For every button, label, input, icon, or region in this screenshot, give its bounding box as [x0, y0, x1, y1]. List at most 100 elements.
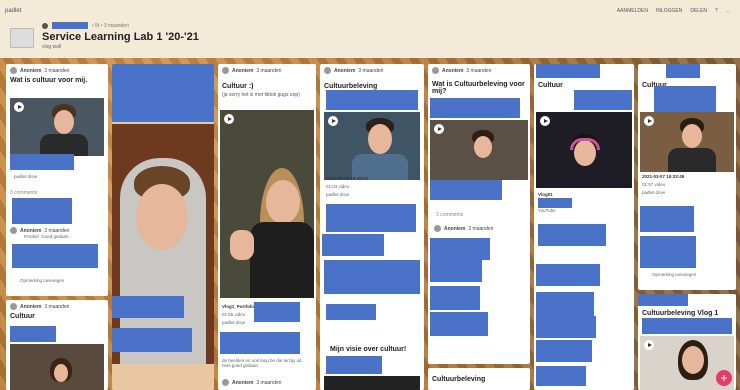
- more-icon[interactable]: ...: [726, 8, 730, 14]
- redacted-block: [10, 154, 74, 170]
- signup-link[interactable]: AANMELDEN: [617, 8, 648, 14]
- post-title: Wat is Cultuurbeleving voor mij?: [432, 81, 525, 95]
- comment-author: Anoniem: [444, 225, 466, 232]
- share-button[interactable]: DELEN: [690, 8, 707, 14]
- redacted-block: [220, 332, 300, 354]
- play-icon[interactable]: [644, 116, 654, 126]
- video-thumbnail[interactable]: [640, 112, 734, 172]
- redacted-block: [10, 326, 56, 342]
- video-thumbnail[interactable]: [430, 120, 528, 180]
- redacted-block: [322, 234, 384, 256]
- person-face: [474, 136, 492, 158]
- raised-hand: [230, 230, 254, 260]
- page-title: Service Learning Lab 1 '20-'21: [42, 31, 199, 43]
- login-link[interactable]: INLOGGEN: [656, 8, 682, 14]
- redacted-block: [536, 264, 600, 286]
- header-actions: AANMELDEN INLOGGEN DELEN ? ...: [617, 8, 730, 14]
- wall-thumbnail: [10, 28, 34, 48]
- media-duration: 01:55 video: [222, 312, 246, 317]
- add-comment-link[interactable]: Opmerking toevoegen: [652, 272, 696, 277]
- wall-meta-text: • 5t • 3 maanden: [92, 22, 129, 29]
- post-card[interactable]: Anoniem 3 maanden Wat is cultuur voor mi…: [6, 64, 108, 296]
- redacted-block: [254, 302, 300, 322]
- redacted-block: [654, 86, 716, 112]
- redacted-block: [536, 366, 586, 386]
- redacted-block: [112, 296, 184, 318]
- redacted-block: [536, 64, 600, 78]
- avatar: [324, 67, 331, 74]
- video-thumbnail[interactable]: [10, 344, 104, 390]
- post-card[interactable]: Anoniem 3 maanden Wat is Cultuurbeleving…: [428, 64, 530, 364]
- video-thumbnail[interactable]: [10, 98, 104, 156]
- play-icon[interactable]: [434, 124, 444, 134]
- post-header: Anoniem 3 maanden: [428, 64, 530, 77]
- redacted-block: [640, 236, 696, 268]
- play-icon[interactable]: [328, 116, 338, 126]
- redacted-block: [536, 340, 592, 362]
- comment-count[interactable]: 3 comments: [10, 190, 37, 196]
- post-card[interactable]: Anoniem 3 maanden Cultuurbeleving 2021-0…: [320, 64, 424, 390]
- redacted-block: [12, 198, 72, 224]
- post-card[interactable]: Cultuur Vlog01 YouTube: [534, 64, 634, 390]
- headphones: [570, 138, 600, 150]
- post-title: Wat is cultuur voor mij.: [10, 77, 88, 84]
- redacted-block: [430, 286, 480, 310]
- post-title: Cultuurbeleving: [432, 376, 486, 383]
- page-subtitle: vlog wall: [42, 44, 62, 50]
- post-time: 3 maanden: [358, 67, 384, 74]
- redacted-block: [536, 316, 596, 338]
- post-card[interactable]: Cultuurbeleving Vlog 1 +: [638, 294, 736, 390]
- post-card[interactable]: [112, 64, 214, 390]
- add-post-button[interactable]: +: [716, 370, 732, 386]
- comment-header: Anoniem 3 maanden: [430, 222, 497, 235]
- post-card[interactable]: Anoniem 3 maanden Cultuur :) (ja sorry h…: [218, 64, 316, 390]
- media-title: 2021-03-07 15:33:49: [642, 174, 685, 179]
- play-icon[interactable]: [644, 340, 654, 350]
- post-card[interactable]: Cultuurbeleving: [428, 368, 530, 390]
- redacted-block: [638, 294, 688, 306]
- comment-count[interactable]: 3 comments: [436, 212, 463, 218]
- video-thumbnail[interactable]: [324, 376, 420, 390]
- video-thumbnail[interactable]: [220, 110, 314, 298]
- redacted-block: [112, 328, 192, 352]
- comment-time: 3 maanden: [256, 379, 282, 386]
- comment-time: 3 maanden: [468, 225, 494, 232]
- play-icon[interactable]: [224, 114, 234, 124]
- play-icon[interactable]: [14, 102, 24, 112]
- video-thumbnail[interactable]: [536, 112, 632, 188]
- post-author: Anoniem: [232, 67, 254, 74]
- redacted-owner: [52, 22, 88, 29]
- redacted-block: [538, 198, 572, 208]
- play-icon[interactable]: [540, 116, 550, 126]
- comment-time: 3 maanden: [44, 227, 70, 234]
- person-body: [668, 148, 716, 172]
- post-header: Anoniem 3 maanden: [6, 300, 108, 313]
- redacted-block: [430, 312, 488, 336]
- post-author: Anoniem: [442, 67, 464, 74]
- post-title-secondary: Mijn visie over cultuur!: [330, 346, 407, 353]
- person-face: [682, 346, 704, 374]
- avatar: [10, 227, 17, 234]
- wall-meta: • 5t • 3 maanden: [42, 22, 129, 29]
- brand-logo[interactable]: padlet: [5, 8, 21, 14]
- avatar: [432, 67, 439, 74]
- comment-author: Anoniem: [20, 227, 42, 234]
- redacted-block: [430, 260, 482, 282]
- post-title: Cultuurbeleving: [324, 83, 378, 90]
- video-thumbnail[interactable]: [324, 112, 420, 180]
- redacted-block: [112, 64, 214, 122]
- redacted-block: [324, 260, 420, 294]
- post-header: Anoniem 3 maanden: [320, 64, 424, 77]
- post-author: Anoniem: [20, 303, 42, 310]
- redacted-block: [326, 90, 418, 110]
- redacted-block: [574, 90, 632, 110]
- post-card[interactable]: Anoniem 3 maanden Cultuur: [6, 300, 108, 390]
- comment-text: Positief. Goed gedaan.: [24, 234, 70, 239]
- help-icon[interactable]: ?: [715, 8, 718, 14]
- media-source: padlet drive: [222, 320, 246, 325]
- add-comment-link[interactable]: Opmerking toevoegen: [20, 278, 64, 283]
- header-bar: padlet AANMELDEN INLOGGEN DELEN ? ... • …: [0, 0, 740, 58]
- post-card[interactable]: Cultuur 2021-03-07 15:33:49 01:57 video …: [638, 64, 736, 290]
- redacted-block: [326, 356, 382, 374]
- redacted-block: [430, 98, 520, 118]
